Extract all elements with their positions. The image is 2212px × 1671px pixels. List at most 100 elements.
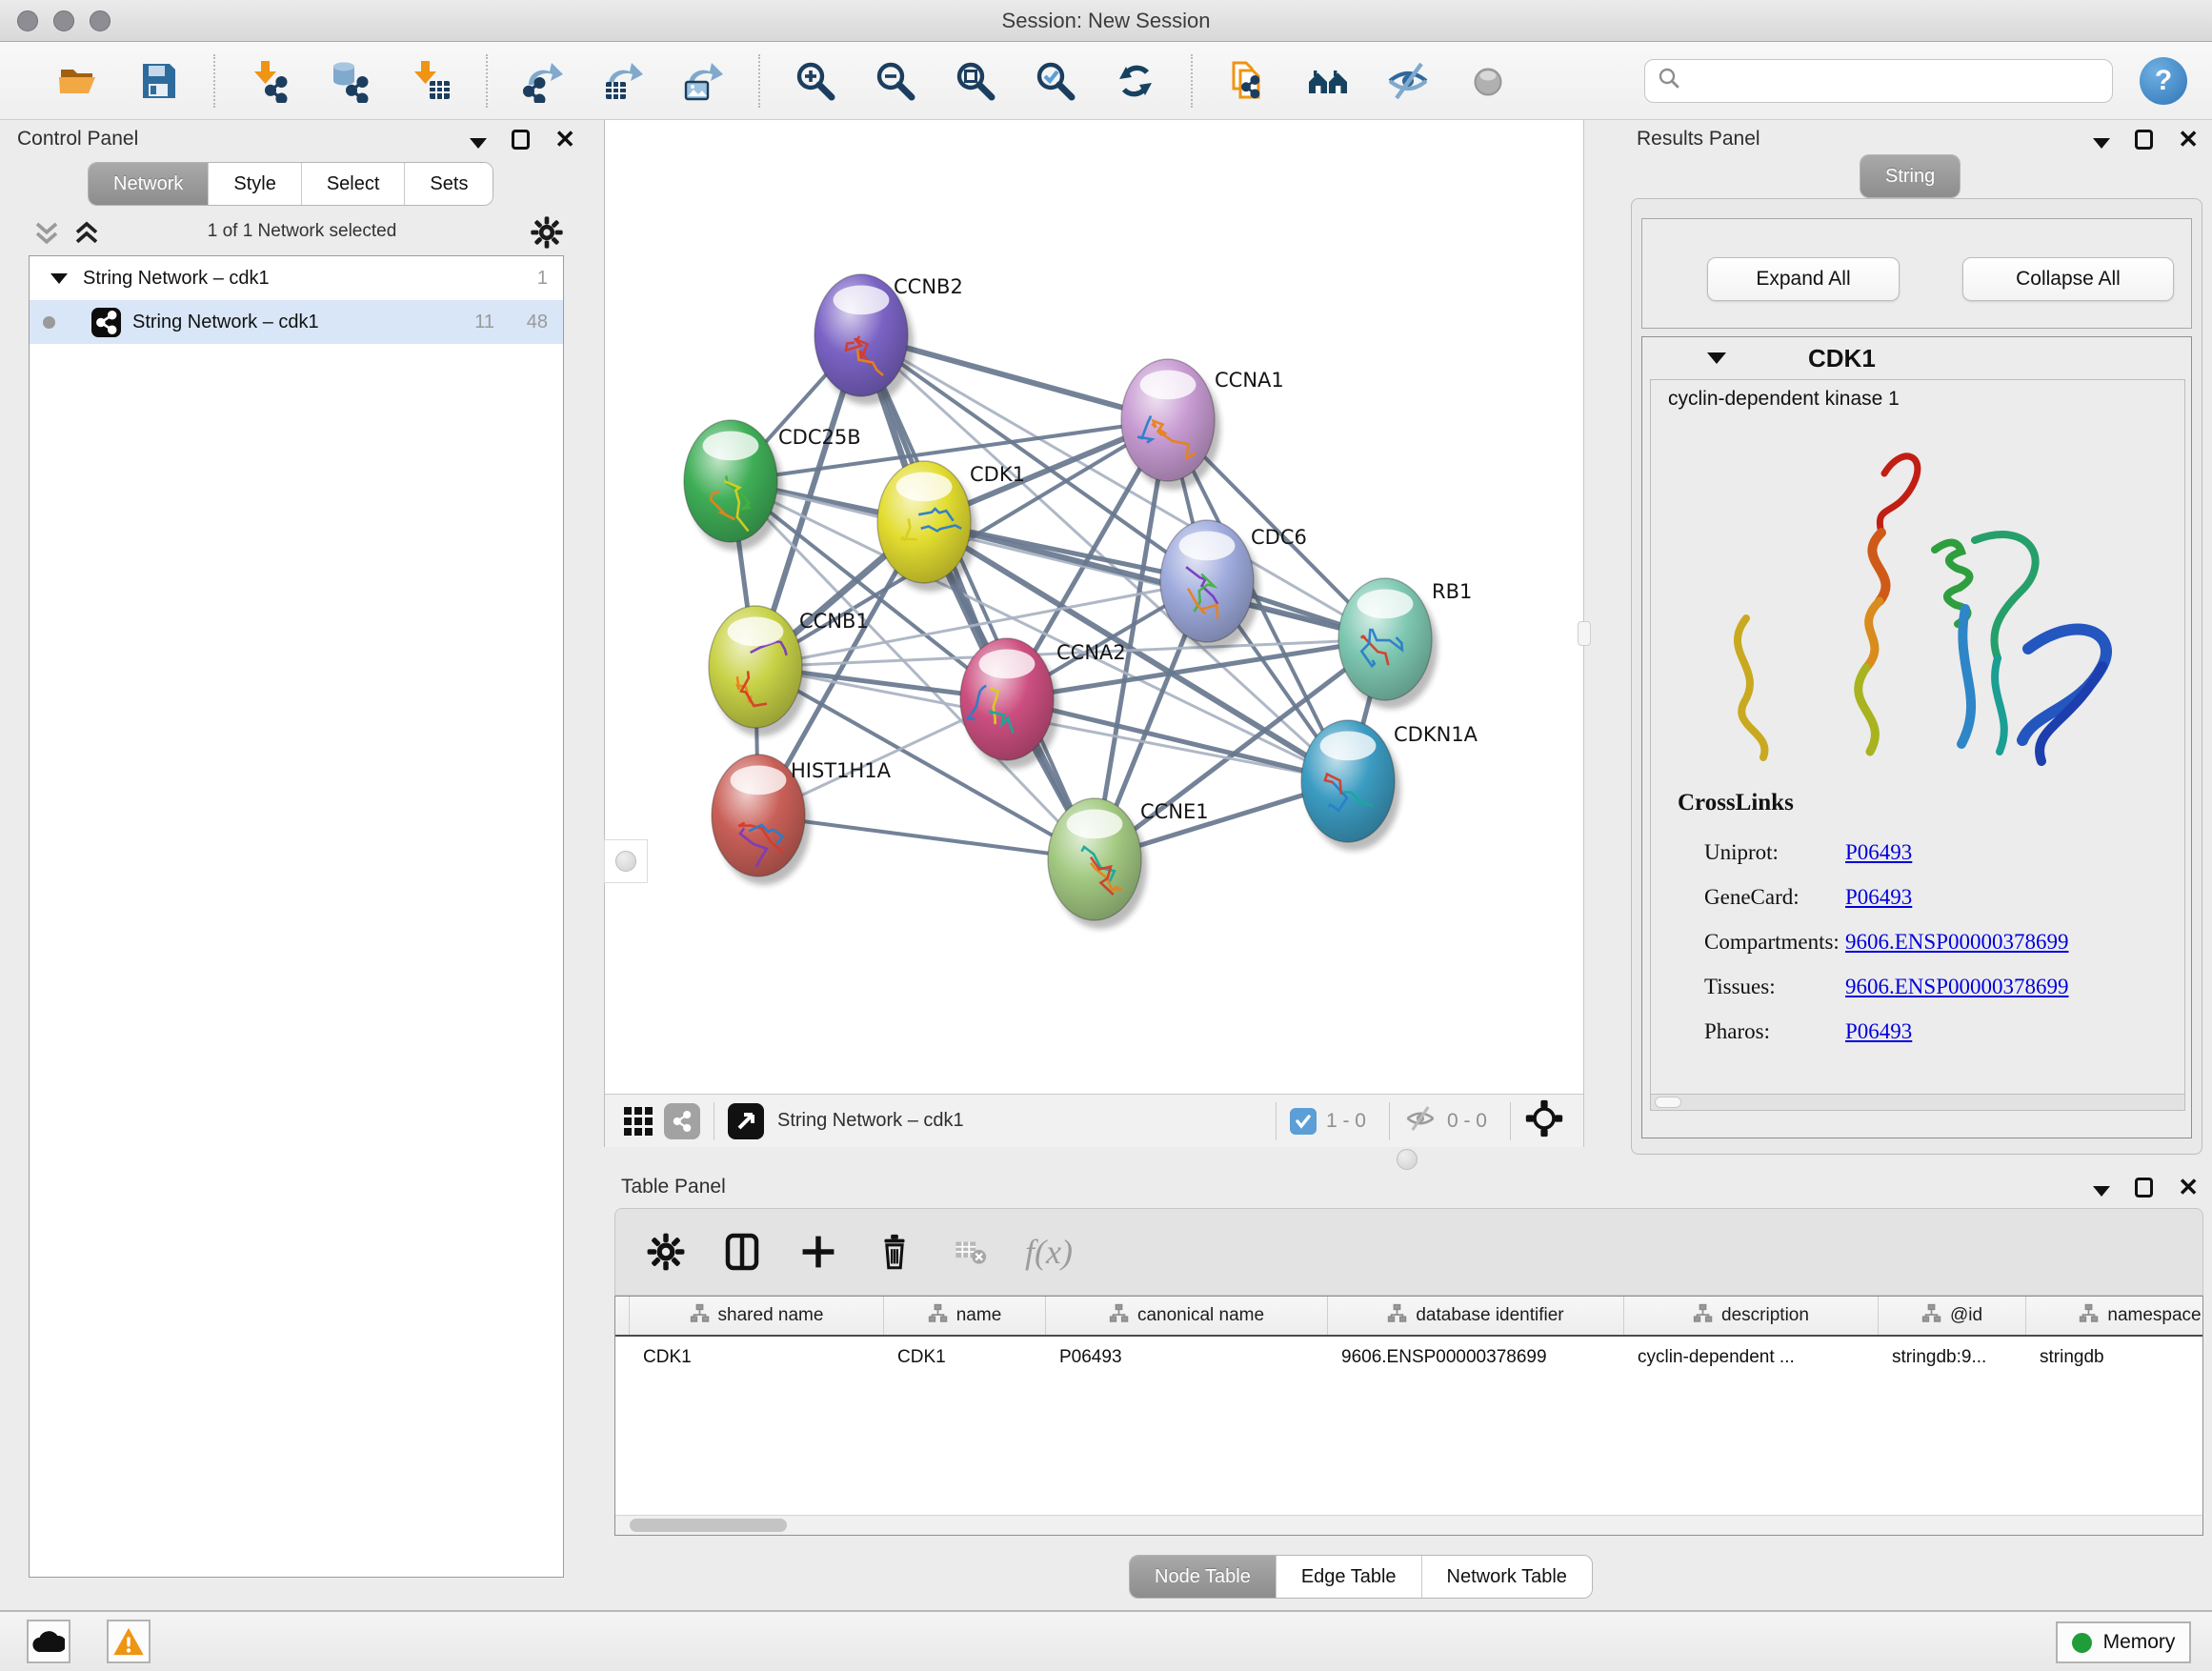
import-table-from-file-icon[interactable] [404,54,457,108]
column-header-label: name [956,1305,1002,1326]
zoom-fit-content-icon[interactable] [949,54,1002,108]
collection-caret-icon[interactable] [50,273,68,284]
right-splitter-handle[interactable] [1578,621,1591,646]
results-scrollbar-thumb[interactable] [1655,1097,1681,1108]
first-neighbors-icon[interactable] [1301,54,1355,108]
birdseye-view-icon[interactable] [1524,1098,1564,1143]
tab-select[interactable]: Select [301,163,405,205]
table-toolbar: f(x) [614,1208,2203,1296]
save-session-icon[interactable] [131,54,185,108]
node-CDC6[interactable]: CDC6 [1160,520,1307,651]
network-row[interactable]: String Network – cdk1 11 48 [30,300,563,344]
zoom-in-icon[interactable] [789,54,842,108]
crosslink-row: Uniprot:P06493 [1704,830,2165,875]
left-splitter-handle[interactable] [604,839,648,883]
node-CCNE1[interactable]: CCNE1 [1048,798,1209,929]
tab-style[interactable]: Style [208,163,300,205]
expand-all-button[interactable]: Expand All [1707,257,1900,301]
network-canvas[interactable]: CCNB2CCNA1CDC25BCDK1CDC6RB1CCNB1CCNA2CDK… [604,120,1584,1094]
collapse-all-button[interactable]: Collapse All [1962,257,2174,301]
network-options-gear-icon[interactable] [530,215,566,252]
open-session-icon[interactable] [51,54,105,108]
show-columns-icon[interactable] [720,1230,764,1274]
panel-menu-caret-icon[interactable] [470,138,487,149]
crosslink-row: Tissues:9606.ENSP00000378699 [1704,964,2165,1009]
table-scrollbar-thumb[interactable] [630,1519,787,1532]
tab-sets[interactable]: Sets [404,163,493,205]
node-RB1[interactable]: RB1 [1338,578,1472,709]
results-close-icon[interactable]: ✕ [2178,128,2199,151]
tab-node-table[interactable]: Node Table [1130,1556,1276,1598]
cloud-services-button[interactable] [27,1620,70,1663]
results-horizontal-scrollbar[interactable] [1651,1094,2184,1110]
node-CCNB2[interactable]: CCNB2 [814,274,963,405]
tab-network-table[interactable]: Network Table [1421,1556,1592,1598]
help-button[interactable]: ? [2140,57,2187,105]
crosslink-row: GeneCard:P06493 [1704,875,2165,919]
results-float-icon[interactable] [2135,130,2153,150]
table-horizontal-scrollbar[interactable] [615,1515,2202,1535]
table-options-gear-icon[interactable] [644,1230,688,1274]
column-header-namespace[interactable]: namespace [2025,1297,2203,1335]
tab-string[interactable]: String [1860,155,1960,197]
network-collection-row[interactable]: String Network – cdk1 1 [30,256,563,300]
zoom-out-icon[interactable] [869,54,922,108]
table-float-icon[interactable] [2135,1178,2153,1198]
import-network-from-database-icon[interactable] [324,54,377,108]
search-icon [1657,66,1681,95]
column-header-shared-name[interactable]: shared name [629,1297,883,1335]
column-type-icon [1693,1303,1713,1329]
node-HIST1H1A[interactable]: HIST1H1A [712,755,892,885]
network-share-icon[interactable] [664,1103,700,1139]
crosslink-link[interactable]: P06493 [1845,840,1912,865]
export-table-icon[interactable] [596,54,650,108]
edge-CCNB2-CCNE1[interactable] [861,335,1095,859]
column-header--id[interactable]: @id [1878,1297,2025,1335]
column-header-canonical-name[interactable]: canonical name [1045,1297,1327,1335]
tab-edge-table[interactable]: Edge Table [1276,1556,1421,1598]
create-column-icon[interactable] [796,1230,840,1274]
import-network-from-file-icon[interactable] [244,54,297,108]
column-header-description[interactable]: description [1623,1297,1878,1335]
results-menu-caret-icon[interactable] [2093,138,2110,149]
detach-view-icon[interactable] [728,1103,764,1139]
window-title: Session: New Session [0,0,2212,42]
warnings-button[interactable] [107,1620,151,1663]
table-row[interactable]: CDK1CDK1P064939606.ENSP00000378699cyclin… [615,1337,2202,1379]
toolbar-right: ? [1644,57,2212,105]
export-image-icon[interactable] [676,54,730,108]
crosslink-row: Compartments:9606.ENSP00000378699 [1704,919,2165,964]
zoom-selected-icon[interactable] [1029,54,1082,108]
panel-close-icon[interactable]: ✕ [554,128,575,151]
refresh-view-icon[interactable] [1109,54,1162,108]
memory-button[interactable]: Memory [2056,1621,2191,1663]
crosslink-link[interactable]: 9606.ENSP00000378699 [1845,930,2069,955]
table-close-icon[interactable]: ✕ [2178,1176,2199,1198]
crosslink-link[interactable]: P06493 [1845,1019,1912,1044]
crosslink-link[interactable]: P06493 [1845,885,1912,910]
export-network-icon[interactable] [516,54,570,108]
node-CDKN1A[interactable]: CDKN1A [1301,720,1478,851]
tab-network[interactable]: Network [89,163,208,205]
toolbar-separator [486,54,488,108]
cdk1-entry-header[interactable]: CDK1 [1642,337,2191,379]
table-cell: cyclin-dependent ... [1623,1347,1878,1368]
cdk1-caret-icon[interactable] [1707,352,1726,364]
search-box[interactable] [1644,59,2113,103]
panel-float-icon[interactable] [512,130,530,150]
column-header-database-identifier[interactable]: database identifier [1327,1297,1623,1335]
table-menu-caret-icon[interactable] [2093,1186,2110,1197]
grid-view-icon[interactable] [620,1103,656,1139]
crosslink-link[interactable]: 9606.ENSP00000378699 [1845,975,2069,999]
node-CCNA2[interactable]: CCNA2 [960,638,1126,769]
search-input[interactable] [1689,69,2101,92]
network-list-subheader: 1 of 1 Network selected [0,211,604,255]
selected-checkbox-icon[interactable] [1290,1108,1317,1135]
new-network-from-selection-icon[interactable] [1221,54,1275,108]
hide-selected-icon[interactable] [1381,54,1435,108]
column-header-name[interactable]: name [883,1297,1045,1335]
node-CCNA1[interactable]: CCNA1 [1121,359,1284,490]
bottom-splitter-handle[interactable] [1397,1149,1418,1170]
network-selection-status: 1 of 1 Network selected [0,221,604,242]
delete-column-icon[interactable] [873,1230,916,1274]
